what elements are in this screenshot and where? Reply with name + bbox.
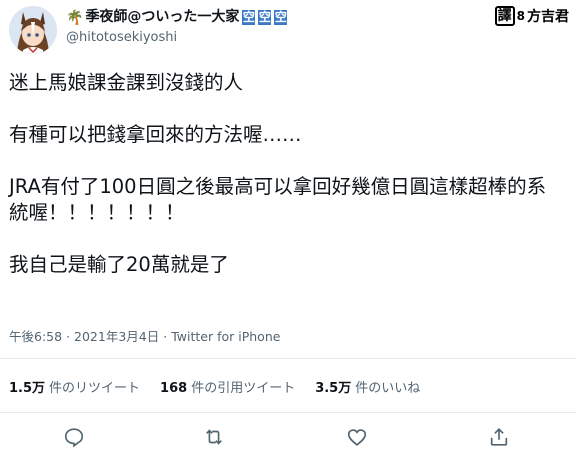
display-name[interactable]: 季夜師@ついった一大家 <box>85 9 239 26</box>
translator-credit: 譯 8 方吉君 <box>494 6 569 26</box>
divider <box>0 412 576 413</box>
share-icon <box>490 428 508 446</box>
translator-name: 方吉君 <box>527 9 569 25</box>
translator-mark: 譯 <box>494 6 515 26</box>
meta-separator: · <box>163 329 168 344</box>
like-stat[interactable]: 3.5万 件のいいね <box>315 377 420 396</box>
tweet-stats: 1.5万 件のリツイート 168 件の引用ツイート 3.5万 件のいいね <box>9 377 420 396</box>
tweet-paragraph: JRA有付了100日圓之後最高可以拿回好幾億日圓這樣超棒的系統喔！！！！！！！ <box>9 175 547 224</box>
divider <box>0 358 576 359</box>
tweet-date[interactable]: 2021年3月4日 <box>74 329 159 344</box>
author-name-row[interactable]: 🌴 季夜師@ついった一大家 空 空 空 <box>66 9 288 26</box>
heart-icon <box>347 429 367 446</box>
name-badge: 空 <box>242 10 256 25</box>
tweet-source[interactable]: Twitter for iPhone <box>171 329 280 344</box>
like-count: 3.5万 <box>315 381 352 396</box>
tweet-paragraph: 我自己是輸了20萬就是了 <box>9 253 229 276</box>
palm-tree-icon: 🌴 <box>66 9 84 26</box>
quote-count: 168 <box>160 381 188 396</box>
meta-separator: · <box>66 329 71 344</box>
reply-icon <box>64 428 84 448</box>
quote-stat[interactable]: 168 件の引用ツイート <box>160 377 295 396</box>
quote-label: 件の引用ツイート <box>191 381 296 396</box>
tweet-time[interactable]: 午後6:58 <box>9 329 62 344</box>
tweet-paragraph: 迷上馬娘課金課到沒錢的人 <box>9 71 244 94</box>
translator-separator: 8 <box>516 9 525 23</box>
tweet-actions <box>0 424 576 452</box>
retweet-label: 件のリツイート <box>49 381 141 396</box>
tweet-paragraph: 有種可以把錢拿回來的方法喔…… <box>9 123 302 146</box>
like-button[interactable] <box>346 426 368 448</box>
retweet-count: 1.5万 <box>9 381 46 396</box>
avatar[interactable] <box>9 6 57 54</box>
tweet-text: 迷上馬娘課金課到沒錢的人 有種可以把錢拿回來的方法喔…… JRA有付了100日圓… <box>9 70 565 278</box>
retweet-button[interactable] <box>203 426 225 448</box>
reply-button[interactable] <box>63 426 85 448</box>
name-badge: 空 <box>274 10 288 25</box>
tweet-meta: 午後6:58 · 2021年3月4日 · Twitter for iPhone <box>9 326 280 345</box>
share-button[interactable] <box>488 426 510 448</box>
avatar-illustration <box>9 6 57 54</box>
retweet-icon <box>206 429 222 445</box>
like-label: 件のいいね <box>355 381 421 396</box>
retweet-stat[interactable]: 1.5万 件のリツイート <box>9 377 140 396</box>
user-handle[interactable]: @hitotosekiyoshi <box>66 30 177 45</box>
name-badge: 空 <box>258 10 272 25</box>
